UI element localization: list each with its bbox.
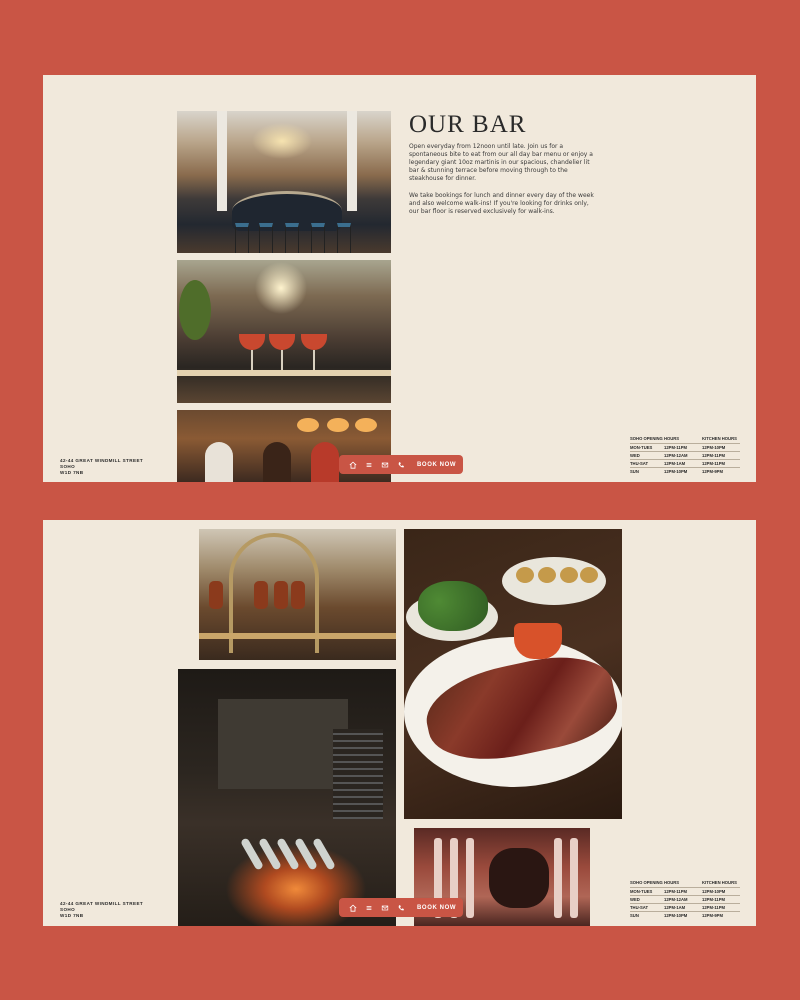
hours-row: SUN 12PM-10PM 12PM-9PM	[630, 911, 740, 919]
menu-icon[interactable]	[361, 455, 377, 474]
kitchen-hours-header: KITCHEN HOURS	[702, 436, 737, 441]
home-icon[interactable]	[345, 455, 361, 474]
hours-row: WED 12PM-12AM 12PM-11PM	[630, 451, 740, 459]
home-icon[interactable]	[345, 898, 361, 917]
food-gallery-section: 42-44 Great Windmill Street Soho W1D 7NB…	[43, 520, 756, 926]
mail-icon[interactable]	[377, 455, 393, 474]
mail-icon[interactable]	[377, 898, 393, 917]
hours-row: WED 12PM-12AM 12PM-11PM	[630, 895, 740, 903]
page-title: OUR BAR	[409, 111, 527, 138]
opening-hours: SOHO OPENING HOURS KITCHEN HOURS MON-TUE…	[630, 436, 740, 475]
bar-interior-photo	[177, 111, 391, 253]
book-now-button[interactable]: BOOK NOW	[417, 462, 456, 468]
hours-row: THU-SAT 12PM-1AM 12PM-11PM	[630, 903, 740, 911]
bar-section: OUR BAR Open everyday from 12noon until …	[43, 75, 756, 482]
opening-hours-header: SOHO OPENING HOURS	[630, 436, 680, 441]
hours-row: THU-SAT 12PM-1AM 12PM-11PM	[630, 459, 740, 467]
menu-icon[interactable]	[361, 898, 377, 917]
opening-hours-header: SOHO OPENING HOURS	[630, 880, 680, 885]
address-postcode: W1D 7NB	[60, 913, 84, 918]
hours-row: MON-TUES 12PM-11PM 12PM-10PM	[630, 887, 740, 895]
bar-description: Open everyday from 12noon until late. Jo…	[409, 143, 593, 182]
phone-icon[interactable]	[393, 455, 409, 474]
rotisserie-photo	[199, 529, 396, 660]
grill-fire-photo	[178, 669, 396, 926]
address: 42-44 Great Windmill Street Soho W1D 7NB	[60, 458, 143, 476]
steak-dish-photo	[404, 529, 622, 819]
phone-icon[interactable]	[393, 898, 409, 917]
booking-bar: BOOK NOW	[339, 455, 463, 474]
cocktail-bar-photo	[177, 260, 391, 403]
kitchen-hours-header: KITCHEN HOURS	[702, 880, 737, 885]
address-postcode: W1D 7NB	[60, 470, 84, 475]
opening-hours: SOHO OPENING HOURS KITCHEN HOURS MON-TUE…	[630, 880, 740, 919]
bar-booking-info: We take bookings for lunch and dinner ev…	[409, 192, 594, 215]
booking-bar: BOOK NOW	[339, 898, 463, 917]
hours-row: MON-TUES 12PM-11PM 12PM-10PM	[630, 443, 740, 451]
hours-row: SUN 12PM-10PM 12PM-9PM	[630, 467, 740, 475]
book-now-button[interactable]: BOOK NOW	[417, 905, 456, 911]
address: 42-44 Great Windmill Street Soho W1D 7NB	[60, 901, 143, 919]
